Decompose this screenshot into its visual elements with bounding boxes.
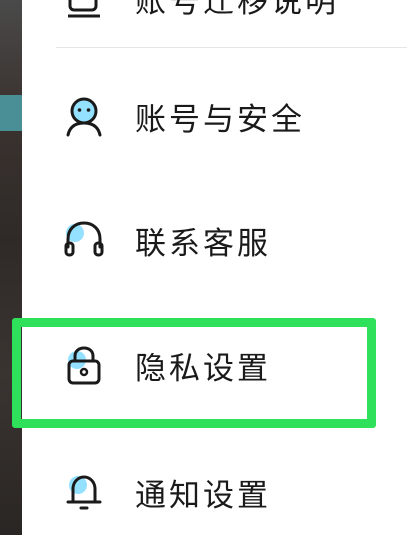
screen: 账号迁移说明 账号与安全 联系客服 隐私设置 通知设置 <box>0 0 407 535</box>
menu-item-notification-settings[interactable]: 通知设置 <box>22 452 407 532</box>
background-page-strip <box>0 0 24 535</box>
menu-item-label: 联系客服 <box>135 225 271 262</box>
document-icon <box>60 0 108 22</box>
menu-item-label: 通知设置 <box>135 477 271 514</box>
menu-item-label: 账号与安全 <box>135 101 305 138</box>
menu-item-label: 隐私设置 <box>135 350 271 387</box>
bell-icon <box>60 468 108 516</box>
background-teal-block <box>0 95 22 131</box>
menu-item-account-security[interactable]: 账号与安全 <box>22 76 407 156</box>
user-icon <box>60 92 108 140</box>
menu-item-privacy-settings[interactable]: 隐私设置 <box>22 325 407 405</box>
menu-item-label: 账号迁移说明 <box>135 0 339 20</box>
divider <box>56 47 407 48</box>
menu-item-customer-service[interactable]: 联系客服 <box>22 200 407 280</box>
headset-icon <box>60 216 108 264</box>
lock-icon <box>60 341 108 389</box>
menu-item-partial[interactable]: 账号迁移说明 <box>22 0 407 38</box>
